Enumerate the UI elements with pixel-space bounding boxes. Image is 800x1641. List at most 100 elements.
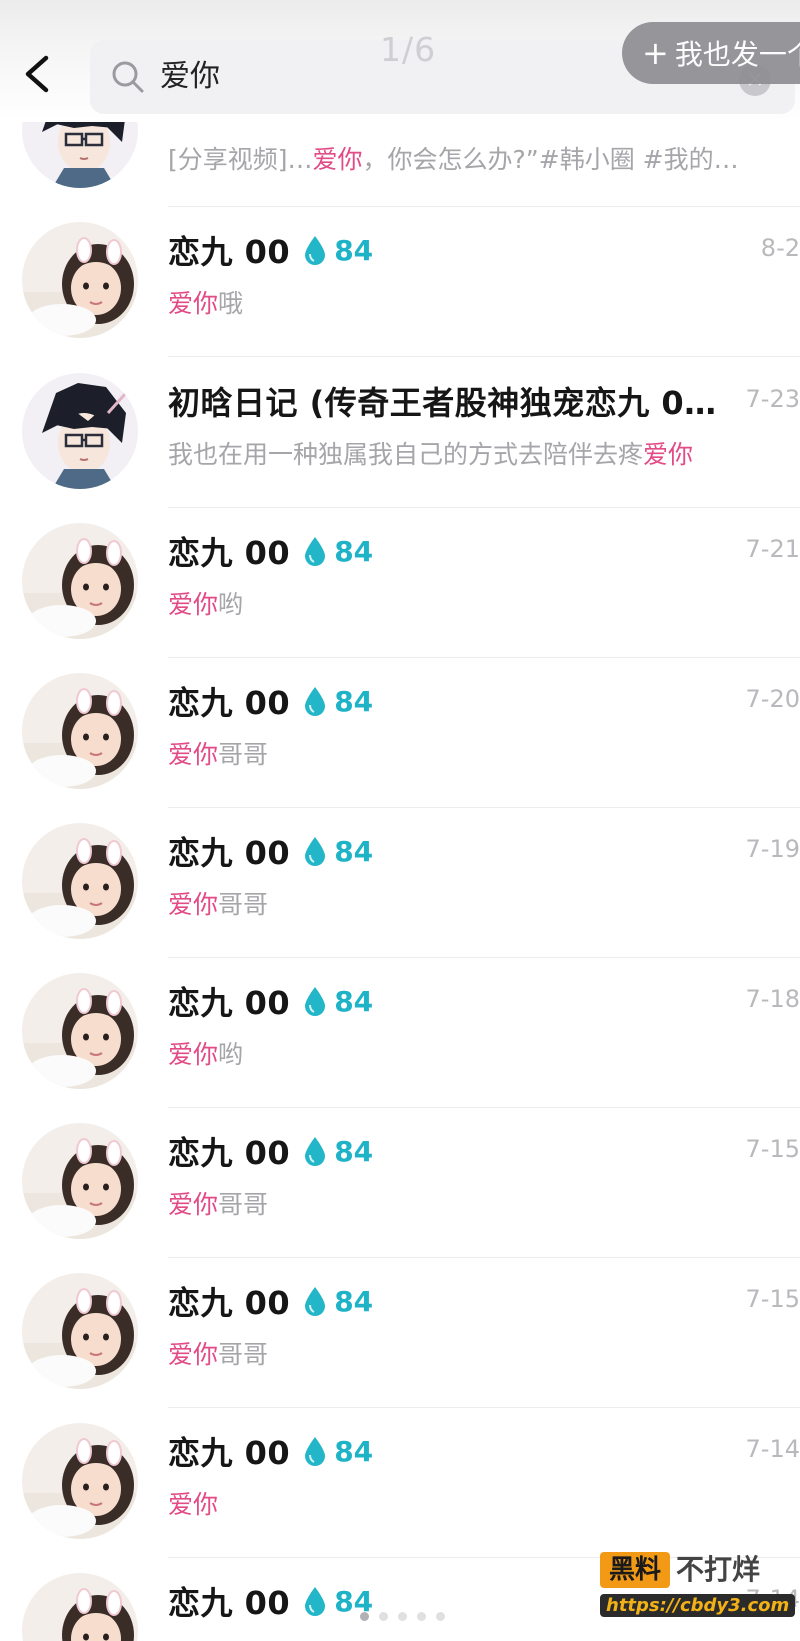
- level-badge: 84: [334, 984, 374, 1018]
- message-preview: 我也在用一种独属我自己的方式去陪伴去疼爱你: [168, 435, 693, 471]
- result-item[interactable]: 初晗日记 (传奇王者股神独宠恋九 0… 7-23 我也在用一种独属我自己的方式去陪伴…: [0, 357, 800, 508]
- avatar[interactable]: [22, 523, 138, 639]
- message-suffix: 哥哥: [218, 1190, 269, 1219]
- pager-dot: [360, 1612, 369, 1621]
- name-row: 恋九 00 84: [168, 1577, 373, 1625]
- message-preview: 爱你哥哥: [168, 885, 268, 921]
- pager-dot: [379, 1612, 388, 1621]
- avatar[interactable]: [22, 973, 138, 1089]
- watermark-text: 不打烊: [676, 1553, 761, 1586]
- water-drop-icon: [305, 1437, 326, 1466]
- message-highlight: 爱你: [168, 1040, 219, 1069]
- user-name: 恋九 00: [168, 233, 291, 271]
- message-highlight: 爱你: [168, 1190, 219, 1219]
- avatar[interactable]: [22, 823, 138, 939]
- result-item[interactable]: 恋九 00 84 7-21 爱你哟: [0, 507, 800, 658]
- message-date: 7-19: [745, 835, 800, 863]
- message-suffix: 哦: [218, 289, 244, 318]
- back-button[interactable]: [18, 50, 58, 98]
- avatar-anime-boy-image: [22, 373, 138, 489]
- message-preview: 爱你哟: [168, 1035, 243, 1071]
- result-item[interactable]: 恋九 00 84 7-18 爱你哟: [0, 957, 800, 1108]
- message-date: 7-21: [745, 535, 800, 563]
- avatar[interactable]: [22, 1123, 138, 1239]
- result-item[interactable]: 恋九 00 84 7-19 爱你哥哥: [0, 807, 800, 958]
- message-preview: 爱你: [168, 1485, 218, 1521]
- name-row: 恋九 00 84: [168, 827, 373, 875]
- name-row: 恋九 00 84: [168, 1427, 373, 1475]
- message-prefix: 我也在用一种独属我自己的方式去陪伴去疼: [168, 440, 644, 469]
- message-suffix: 哥哥: [218, 1340, 269, 1369]
- message-date: 7-14: [745, 1435, 800, 1463]
- search-results-page: 初晗日记 (传奇王者股神独宠恋九…[分享视频]…爱你，你会怎么办?”#韩小圈 #…: [0, 0, 800, 1641]
- message-highlight: 爱你: [168, 289, 219, 318]
- result-item[interactable]: 恋九 00 84 7-14 爱你: [0, 1407, 800, 1558]
- message-highlight: 爱你: [168, 890, 219, 919]
- name-row: 恋九 00 84: [168, 1127, 373, 1175]
- result-item[interactable]: 恋九 00 84 7-15 爱你哥哥: [0, 1257, 800, 1408]
- message-prefix: [分享视频]…: [168, 145, 313, 174]
- message-preview: 爱你哥哥: [168, 1335, 268, 1371]
- message-suffix: ，你会怎么办?”#韩小圈 #我的…: [362, 145, 739, 174]
- pager-dot: [436, 1612, 445, 1621]
- message-highlight: 爱你: [168, 1490, 219, 1519]
- name-row: 恋九 00 84: [168, 677, 373, 725]
- avatar-girl-image: [22, 1423, 138, 1539]
- result-item[interactable]: 恋九 00 84 7-15 爱你哥哥: [0, 1107, 800, 1258]
- message-date: 7-15: [745, 1135, 800, 1163]
- water-drop-icon: [305, 537, 326, 566]
- user-name: 恋九 00: [168, 984, 291, 1022]
- message-highlight: 爱你: [168, 590, 219, 619]
- page-indicator: 1/6: [380, 30, 437, 69]
- result-item[interactable]: 恋九 00 84 7-20 爱你哥哥: [0, 657, 800, 808]
- user-name: 初晗日记 (传奇王者股神独宠恋九 0…: [168, 384, 717, 422]
- water-drop-icon: [305, 987, 326, 1016]
- post-button[interactable]: +我也发一个: [622, 22, 800, 84]
- water-drop-icon: [305, 837, 326, 866]
- result-item[interactable]: 恋九 00 84 8-2 爱你哦: [0, 206, 800, 357]
- pager-dot: [417, 1612, 426, 1621]
- watermark-box: 黑料: [600, 1552, 670, 1588]
- avatar-girl-image: [22, 973, 138, 1089]
- search-icon: [112, 61, 144, 93]
- message-date: 7-23: [745, 385, 800, 413]
- name-row: 恋九 00 84: [168, 1277, 373, 1325]
- level-badge: 84: [334, 534, 374, 568]
- plus-icon: +: [642, 34, 669, 72]
- search-query-text: 爱你: [160, 59, 220, 94]
- message-preview: [分享视频]…爱你，你会怎么办?”#韩小圈 #我的…: [168, 140, 739, 176]
- message-highlight: 爱你: [643, 440, 694, 469]
- name-row: 恋九 00 84: [168, 226, 373, 274]
- user-name: 恋九 00: [168, 834, 291, 872]
- message-date: 7-18: [745, 985, 800, 1013]
- name-row: 初晗日记 (传奇王者股神独宠恋九 0…: [168, 377, 717, 425]
- avatar[interactable]: [22, 1273, 138, 1389]
- level-badge: 84: [334, 684, 374, 718]
- avatar-girl-image: [22, 523, 138, 639]
- avatar-girl-image: [22, 1573, 138, 1641]
- water-drop-icon: [305, 1587, 326, 1616]
- avatar[interactable]: [22, 1573, 138, 1641]
- chevron-left-icon: [25, 55, 49, 93]
- level-badge: 84: [334, 1134, 374, 1168]
- name-row: 恋九 00 84: [168, 977, 373, 1025]
- user-name: 恋九 00: [168, 1284, 291, 1322]
- top-bar: 爱你 × 1/6 +我也发一个: [0, 0, 800, 122]
- avatar[interactable]: [22, 673, 138, 789]
- level-badge: 84: [334, 1434, 374, 1468]
- message-suffix: 哥哥: [218, 740, 269, 769]
- avatar-girl-image: [22, 1123, 138, 1239]
- message-preview: 爱你哥哥: [168, 1185, 268, 1221]
- user-name: 恋九 00: [168, 1134, 291, 1172]
- message-date: 7-20: [745, 685, 800, 713]
- avatar[interactable]: [22, 222, 138, 338]
- message-highlight: 爱你: [168, 1340, 219, 1369]
- user-name: 恋九 00: [168, 1434, 291, 1472]
- avatar[interactable]: [22, 1423, 138, 1539]
- pager-dot: [398, 1612, 407, 1621]
- avatar[interactable]: [22, 373, 138, 489]
- user-name: 恋九 00: [168, 684, 291, 722]
- message-suffix: 哟: [218, 1040, 244, 1069]
- message-highlight: 爱你: [312, 145, 363, 174]
- level-badge: 84: [334, 834, 374, 868]
